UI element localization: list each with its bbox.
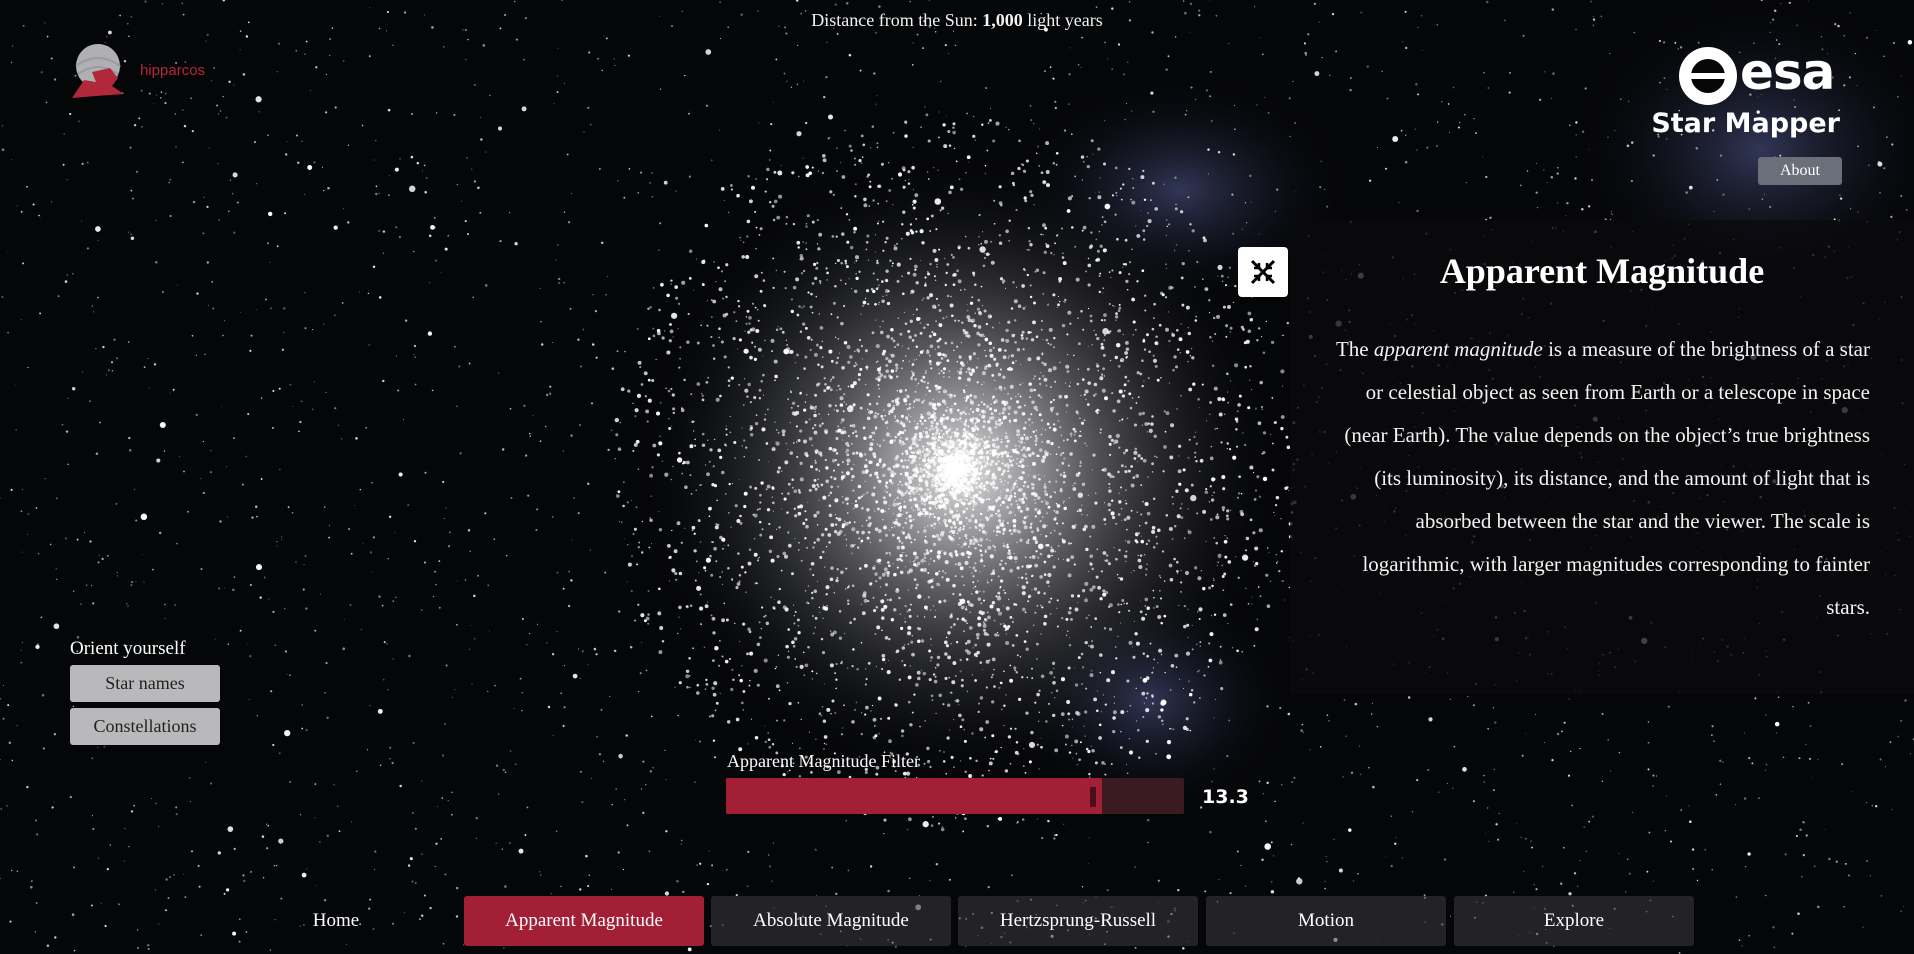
distance-label: Distance from the Sun: — [811, 10, 978, 30]
info-body-prefix: The — [1335, 337, 1374, 361]
info-panel-title: Apparent Magnitude — [1439, 251, 1765, 291]
distance-unit: light years — [1027, 10, 1103, 30]
distance-value: 1,000 — [982, 10, 1023, 30]
nav-explore[interactable]: Explore — [1454, 896, 1694, 946]
filter-label: Apparent Magnitude Filter — [727, 751, 920, 771]
info-panel: Apparent Magnitude The apparent magnitud… — [1290, 220, 1914, 694]
slider-handle[interactable] — [1090, 787, 1096, 807]
orient-label: Orient yourself — [70, 638, 186, 659]
nav-motion[interactable]: Motion — [1206, 896, 1446, 946]
bottom-nav: Home Apparent Magnitude Absolute Magnitu… — [0, 896, 1914, 946]
info-body-emphasis: apparent magnitude — [1373, 337, 1543, 361]
close-panel-button[interactable] — [1238, 247, 1288, 297]
star-names-button[interactable]: Star names — [70, 665, 220, 702]
nav-hertzsprung-russell[interactable]: Hertzsprung-Russell — [958, 896, 1198, 946]
hipparcos-logo-text: hipparcos — [140, 62, 206, 79]
slider-value: 13.3 — [1202, 786, 1249, 808]
esa-logo-text: esa — [1740, 43, 1835, 101]
constellations-button[interactable]: Constellations — [70, 708, 220, 745]
nav-home[interactable]: Home — [216, 896, 456, 946]
distance-readout: Distance from the Sun: 1,000 light years — [0, 10, 1914, 31]
info-panel-body: The apparent magnitude is a measure of t… — [1320, 328, 1870, 629]
close-collapse-icon — [1250, 259, 1276, 285]
magnitude-slider[interactable] — [726, 778, 1184, 814]
about-button[interactable]: About — [1758, 157, 1842, 185]
slider-fill — [726, 778, 1102, 814]
nav-absolute-magnitude[interactable]: Absolute Magnitude — [711, 896, 951, 946]
app-title: Star Mapper — [1651, 108, 1840, 139]
nav-apparent-magnitude[interactable]: Apparent Magnitude — [464, 896, 704, 946]
info-body-text: is a measure of the brightness of a star… — [1344, 337, 1870, 619]
